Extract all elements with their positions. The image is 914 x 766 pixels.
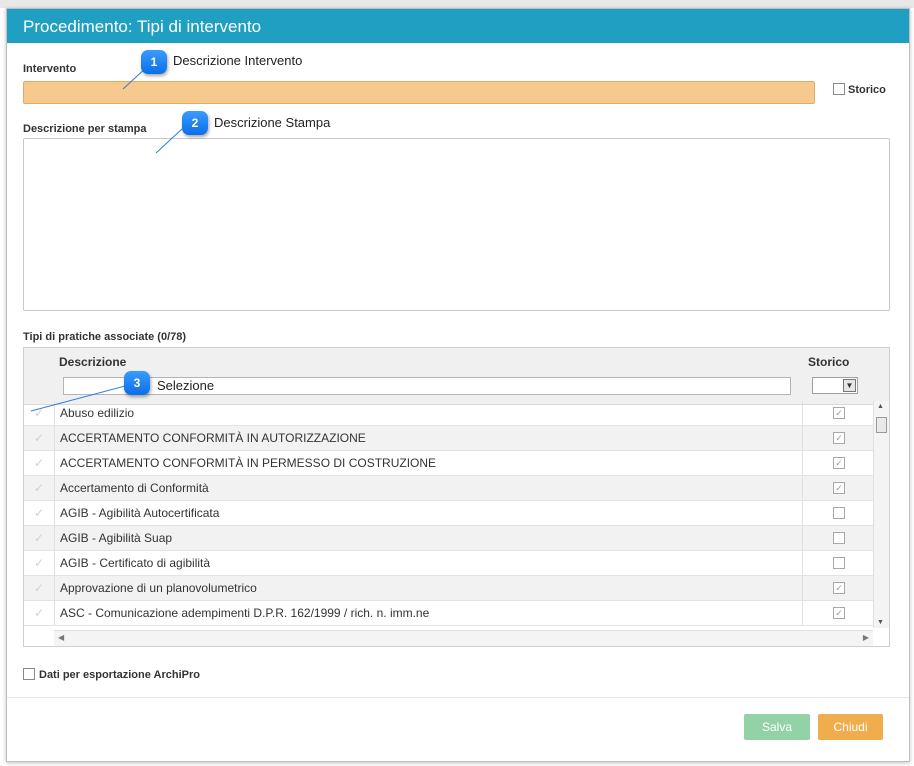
tipi-pratiche-grid: Descrizione Storico ▼ ✓ Abuso edilizio ✓ ✓ A… <box>23 347 890 647</box>
row-storico-checkbox[interactable]: ✓ <box>833 482 845 494</box>
footer-divider <box>7 697 909 698</box>
scroll-down-icon[interactable]: ▼ <box>877 619 884 626</box>
grid-header: Descrizione Storico ▼ <box>24 348 889 405</box>
save-button[interactable]: Salva <box>744 714 810 740</box>
table-row[interactable]: ✓ AGIB - Certificato di agibilità <box>24 551 873 576</box>
row-descrizione: ASC - Comunicazione adempimenti D.P.R. 1… <box>60 606 430 620</box>
intervento-label: Intervento <box>23 63 77 75</box>
close-button[interactable]: Chiudi <box>818 714 883 740</box>
column-header-storico[interactable]: Storico <box>808 355 849 369</box>
row-select-check-icon[interactable]: ✓ <box>24 451 55 475</box>
row-storico-checkbox[interactable] <box>833 507 845 519</box>
scrollbar-thumb[interactable] <box>876 417 887 433</box>
grid-title: Tipi di pratiche associate (0/78) <box>23 331 187 343</box>
callout-3-badge: 3 <box>124 371 150 395</box>
scroll-up-icon[interactable]: ▲ <box>877 403 884 410</box>
row-storico-checkbox[interactable]: ✓ <box>833 582 845 594</box>
procedimento-dialog: Procedimento: Tipi di intervento Interve… <box>6 8 910 762</box>
row-storico-cell <box>802 501 874 525</box>
table-row[interactable]: ✓ Abuso edilizio ✓ <box>24 401 873 426</box>
callout-3-pointer <box>30 384 130 412</box>
dialog-titlebar: Procedimento: Tipi di intervento <box>7 9 909 43</box>
storico-label: Storico <box>848 84 886 96</box>
row-storico-cell <box>802 526 874 550</box>
row-storico-cell: ✓ <box>802 401 874 425</box>
grid-rows: ✓ Abuso edilizio ✓ ✓ ACCERTAMENTO CONFORMITÀ… <box>24 401 873 626</box>
background-app-strip <box>0 0 914 8</box>
row-select-check-icon[interactable]: ✓ <box>24 576 55 600</box>
row-storico-checkbox[interactable]: ✓ <box>833 607 845 619</box>
storico-checkbox[interactable] <box>833 83 845 95</box>
row-storico-checkbox[interactable]: ✓ <box>833 457 845 469</box>
column-header-descrizione[interactable]: Descrizione <box>59 355 126 369</box>
row-select-check-icon[interactable]: ✓ <box>24 526 55 550</box>
callout-2-badge: 2 <box>182 111 208 135</box>
scroll-left-icon[interactable]: ◀ <box>58 633 64 642</box>
scroll-right-icon[interactable]: ▶ <box>863 633 869 642</box>
table-row[interactable]: ✓ Approvazione di un planovolumetrico ✓ <box>24 576 873 601</box>
table-row[interactable]: ✓ Accertamento di Conformità ✓ <box>24 476 873 501</box>
row-descrizione: AGIB - Agibilità Autocertificata <box>60 506 220 520</box>
row-select-check-icon[interactable]: ✓ <box>24 601 55 625</box>
table-row[interactable]: ✓ ACCERTAMENTO CONFORMITÀ IN PERMESSO DI … <box>24 451 873 476</box>
row-descrizione: Approvazione di un planovolumetrico <box>60 581 257 595</box>
row-select-check-icon[interactable]: ✓ <box>24 551 55 575</box>
row-storico-checkbox[interactable] <box>833 557 845 569</box>
row-descrizione: ACCERTAMENTO CONFORMITÀ IN AUTORIZZAZION… <box>60 431 366 445</box>
archipro-checkbox[interactable] <box>23 668 35 680</box>
callout-1-text: Descrizione Intervento <box>173 53 303 68</box>
row-storico-cell: ✓ <box>802 451 874 475</box>
archipro-label: Dati per esportazione ArchiPro <box>39 669 200 681</box>
row-descrizione: ACCERTAMENTO CONFORMITÀ IN PERMESSO DI C… <box>60 456 437 470</box>
storico-filter-select[interactable]: ▼ <box>812 377 858 394</box>
row-descrizione: Accertamento di Conformità <box>60 481 209 495</box>
callout-2-text: Descrizione Stampa <box>214 115 331 130</box>
row-storico-cell: ✓ <box>802 476 874 500</box>
grid-vertical-scrollbar[interactable]: ▲ ▼ <box>873 401 889 628</box>
row-select-check-icon[interactable]: ✓ <box>24 426 55 450</box>
row-storico-cell <box>802 551 874 575</box>
table-row[interactable]: ✓ ASC - Comunicazione adempimenti D.P.R. … <box>24 601 873 626</box>
row-storico-cell: ✓ <box>802 426 874 450</box>
descrizione-stampa-textarea[interactable] <box>23 138 890 311</box>
descrizione-stampa-label: Descrizione per stampa <box>23 123 147 135</box>
row-storico-cell: ✓ <box>802 576 874 600</box>
dialog-title: Procedimento: Tipi di intervento <box>23 17 262 36</box>
table-row[interactable]: ✓ AGIB - Agibilità Suap <box>24 526 873 551</box>
row-storico-cell: ✓ <box>802 601 874 625</box>
table-row[interactable]: ✓ ACCERTAMENTO CONFORMITÀ IN AUTORIZZAZIO… <box>24 426 873 451</box>
row-storico-checkbox[interactable]: ✓ <box>833 432 845 444</box>
callout-3-text: Selezione <box>157 378 215 393</box>
callout-1-badge: 1 <box>141 50 167 74</box>
row-storico-checkbox[interactable]: ✓ <box>833 407 845 419</box>
grid-horizontal-scrollbar[interactable]: ◀ ▶ <box>54 630 873 646</box>
row-descrizione: AGIB - Agibilità Suap <box>60 531 173 545</box>
row-storico-checkbox[interactable] <box>833 532 845 544</box>
row-select-check-icon[interactable]: ✓ <box>24 501 55 525</box>
table-row[interactable]: ✓ AGIB - Agibilità Autocertificata <box>24 501 873 526</box>
row-descrizione: AGIB - Certificato di agibilità <box>60 556 211 570</box>
chevron-down-icon[interactable]: ▼ <box>843 379 856 392</box>
row-select-check-icon[interactable]: ✓ <box>24 476 55 500</box>
